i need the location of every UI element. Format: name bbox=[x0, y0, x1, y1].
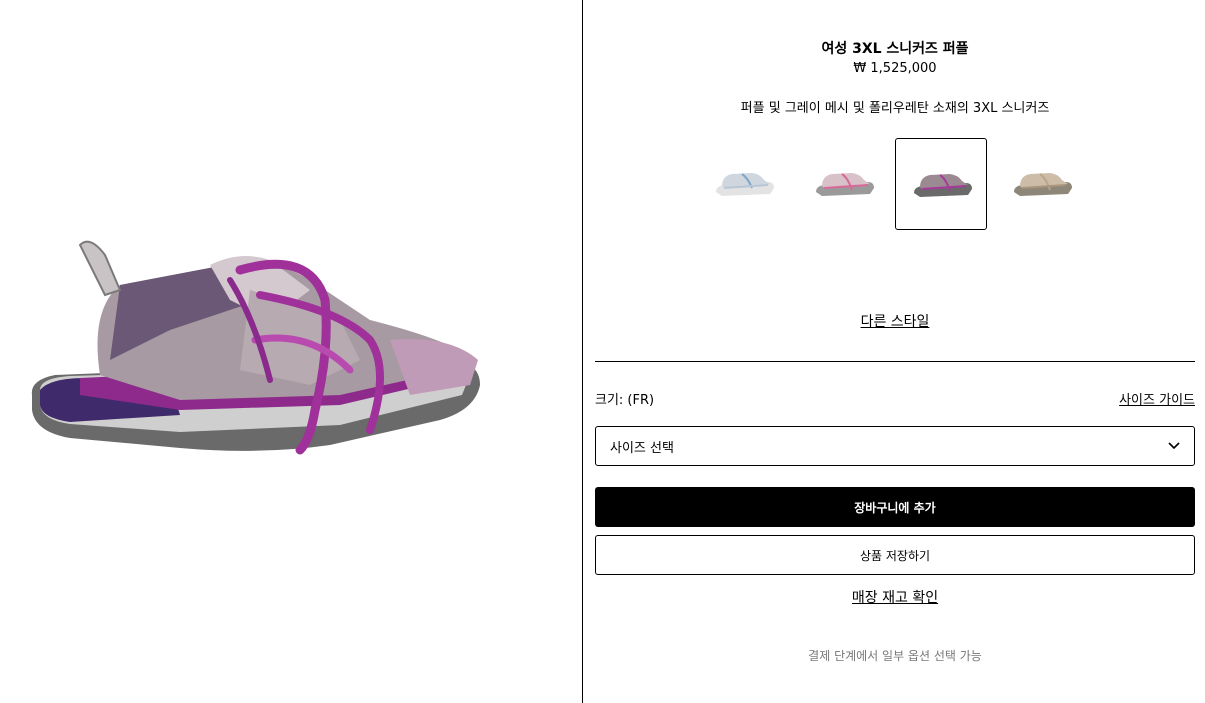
save-item-button[interactable]: 상품 저장하기 bbox=[595, 535, 1195, 575]
add-to-cart-button[interactable]: 장바구니에 추가 bbox=[595, 487, 1195, 527]
size-select[interactable]: 사이즈 선택 bbox=[595, 426, 1195, 466]
variant-thumbnail bbox=[816, 173, 874, 196]
product-details-panel: 여성 3XL 스니커즈 퍼플 ₩ 1,525,000 퍼플 및 그레이 메시 및… bbox=[595, 0, 1195, 703]
store-stock-link[interactable]: 매장 재고 확인 bbox=[852, 590, 938, 606]
product-description: 퍼플 및 그레이 메시 및 폴리우레탄 소재의 3XL 스니커즈 bbox=[740, 101, 1050, 116]
variant-swatch-white-blue[interactable] bbox=[698, 138, 790, 230]
product-price: ₩ 1,525,000 bbox=[853, 61, 937, 76]
variant-thumbnail bbox=[716, 173, 774, 196]
variant-thumbnail bbox=[914, 174, 972, 197]
other-style-link[interactable]: 다른 스타일 bbox=[861, 314, 930, 330]
variant-swatch-pink-grey[interactable] bbox=[798, 138, 890, 230]
color-variant-list bbox=[698, 138, 1098, 232]
store-stock-row: 매장 재고 확인 bbox=[595, 587, 1195, 607]
size-guide-link[interactable]: 사이즈 가이드 bbox=[1119, 389, 1195, 408]
size-label: 크기: (FR) bbox=[595, 393, 655, 408]
product-title: 여성 3XL 스니커즈 퍼플 bbox=[821, 41, 969, 57]
variant-swatch-beige[interactable] bbox=[996, 138, 1088, 230]
checkout-note: 결제 단계에서 일부 옵션 선택 가능 bbox=[808, 649, 982, 663]
product-hero-image bbox=[31, 240, 480, 455]
chevron-down-icon bbox=[1168, 442, 1180, 450]
product-image-panel bbox=[0, 0, 582, 703]
other-style-row: 다른 스타일 bbox=[595, 311, 1195, 331]
size-select-value: 사이즈 선택 bbox=[610, 440, 674, 456]
variant-thumbnail bbox=[1014, 173, 1072, 196]
variant-swatch-purple[interactable] bbox=[895, 138, 987, 230]
vertical-divider bbox=[582, 0, 583, 703]
horizontal-divider bbox=[595, 361, 1195, 362]
